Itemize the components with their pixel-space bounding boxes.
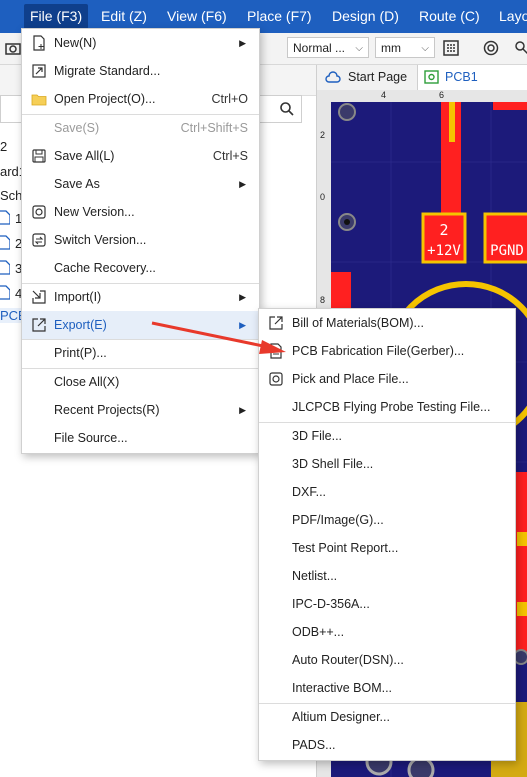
annotation-arrow bbox=[151, 321, 286, 354]
